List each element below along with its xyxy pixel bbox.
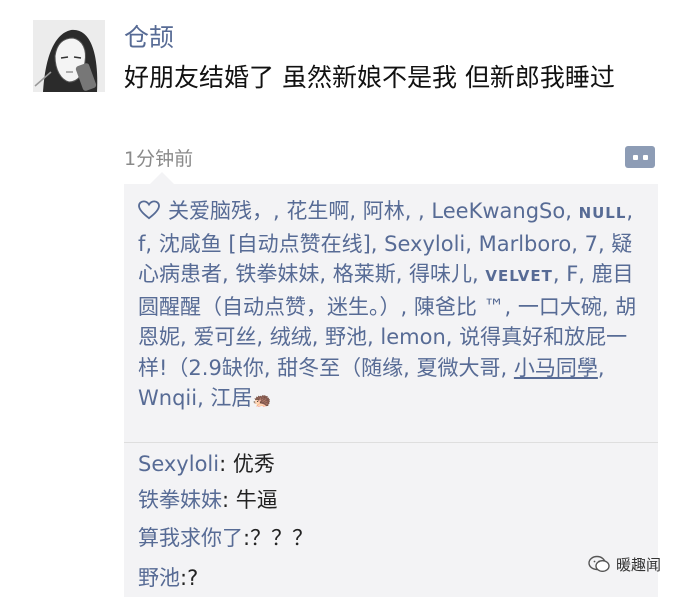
- comment-item[interactable]: 算我求你了:？？？: [138, 524, 313, 552]
- comment-author[interactable]: Sexyloli: [138, 452, 219, 476]
- username[interactable]: 仓颉: [124, 22, 174, 54]
- like-name-underlined[interactable]: 小马同學: [514, 356, 598, 380]
- watermark: 暖趣闻: [588, 554, 661, 575]
- comment-text: 优秀: [232, 452, 275, 476]
- comment-item[interactable]: Sexyloli: 优秀: [138, 450, 275, 478]
- watermark-text: 暖趣闻: [616, 556, 662, 574]
- avatar[interactable]: [33, 20, 105, 92]
- post-text: 好朋友结婚了 虽然新娘不是我 但新郎我睡过: [124, 63, 615, 92]
- likes-divider: [124, 442, 658, 443]
- comment-author[interactable]: 野池: [138, 566, 180, 590]
- heart-icon: [138, 200, 160, 220]
- like-name-velvet[interactable]: VELVET: [485, 267, 552, 285]
- comment-item[interactable]: 野池:?: [138, 564, 198, 592]
- comment-text: ?: [187, 566, 199, 590]
- like-name-null[interactable]: NULL: [579, 204, 627, 222]
- comment-separator: :: [219, 452, 233, 476]
- comment-author[interactable]: 铁拳妹妹: [138, 488, 222, 512]
- post-time: 1分钟前: [124, 148, 194, 170]
- comment-author[interactable]: 算我求你了: [138, 526, 243, 550]
- comment-item[interactable]: 铁拳妹妹: 牛逼: [138, 486, 278, 514]
- hedgehog-icon: 🦔: [252, 391, 272, 409]
- comment-menu-button[interactable]: [625, 146, 655, 168]
- comment-separator: :: [222, 488, 236, 512]
- comment-text: 牛逼: [235, 488, 278, 512]
- likes-comments-panel: 关爱脑残，, 花生啊, 阿林, , LeeKwangSo, NULL, f, 沈…: [124, 184, 658, 597]
- likes-list: 关爱脑残，, 花生啊, 阿林, , LeeKwangSo, NULL, f, 沈…: [138, 196, 648, 416]
- comment-text: ？？？: [250, 526, 314, 550]
- panel-arrow: [150, 172, 174, 184]
- likes-names-1[interactable]: 关爱脑残，, 花生啊, 阿林, , LeeKwangSo,: [168, 199, 579, 223]
- wechat-icon: [588, 555, 610, 573]
